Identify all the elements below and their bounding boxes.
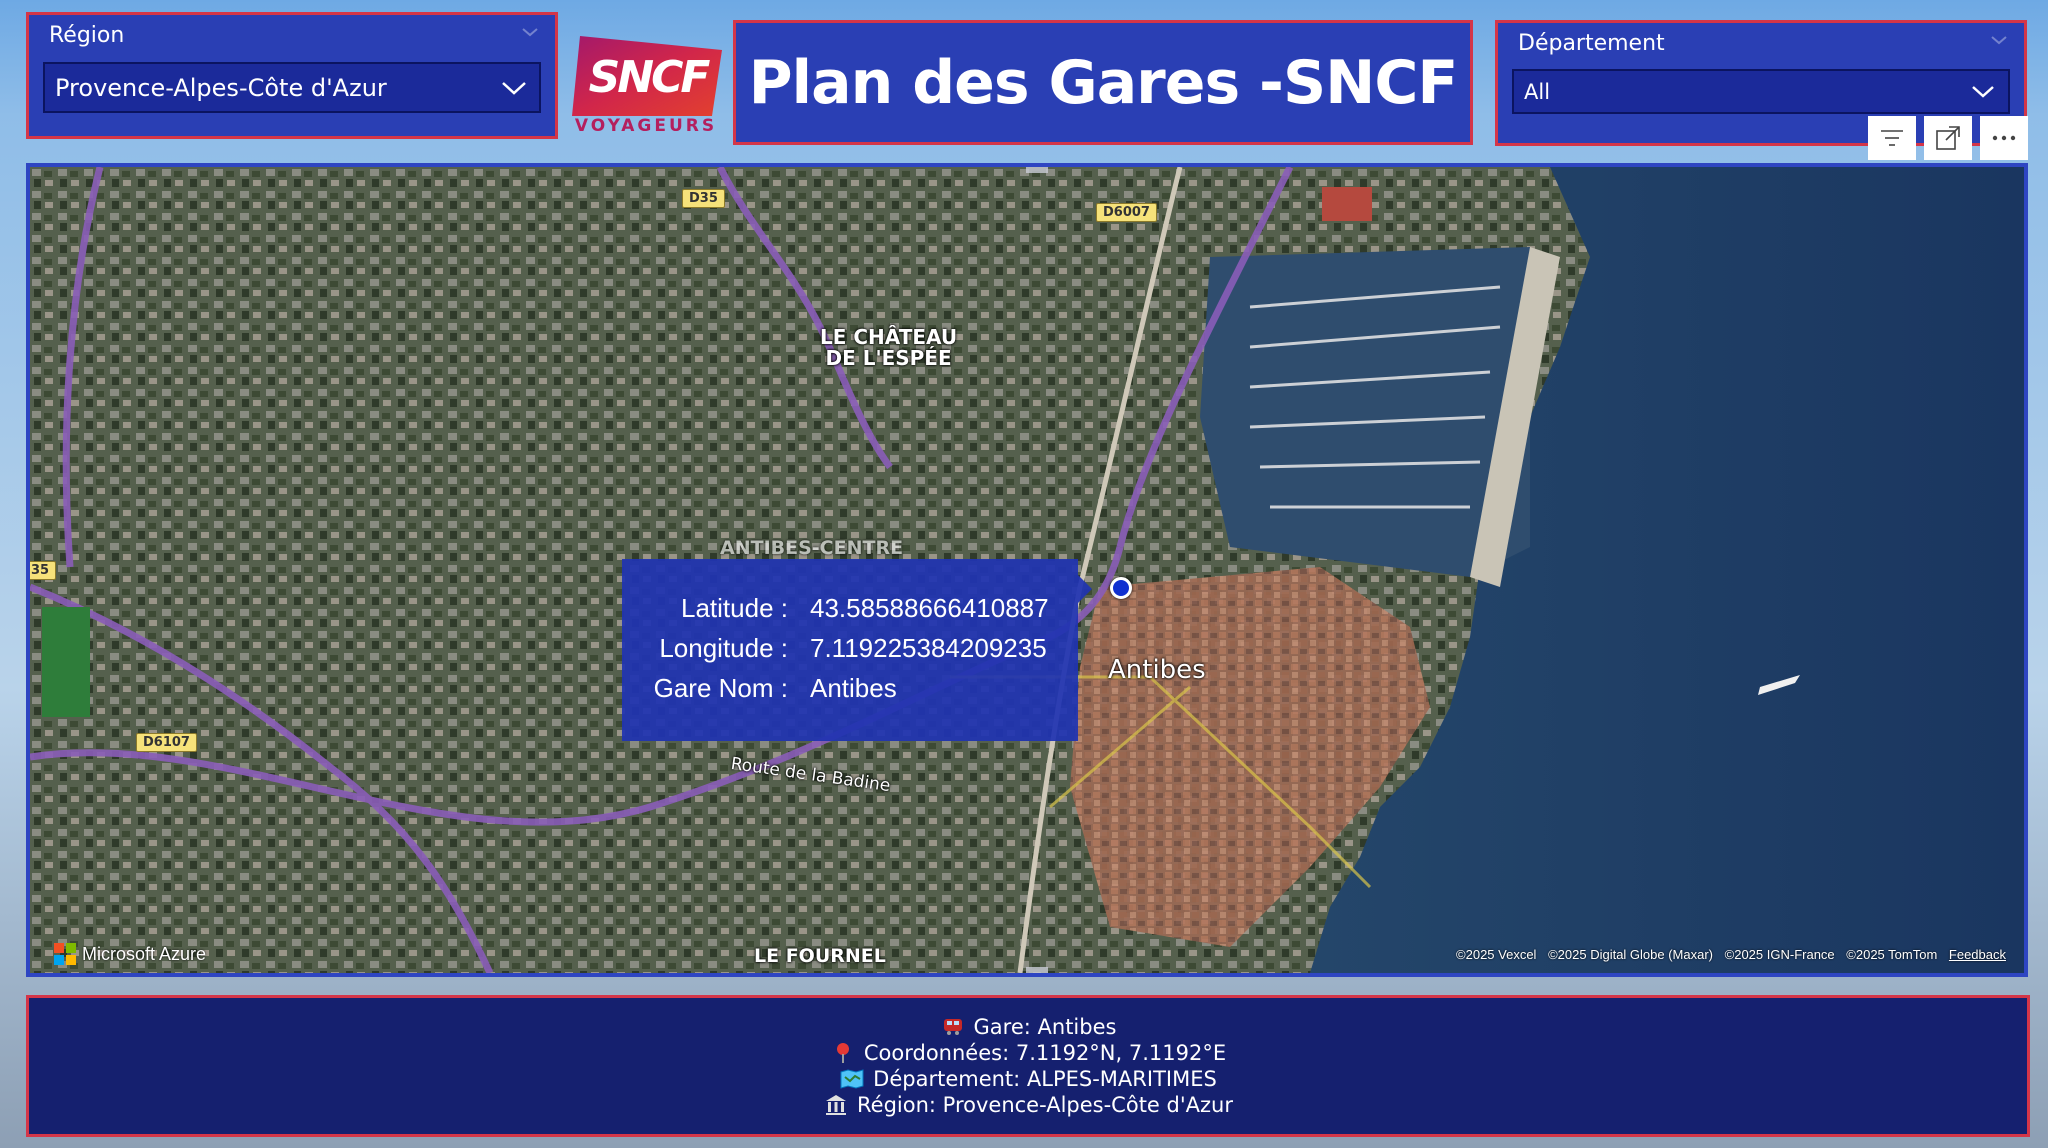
microsoft-logo-icon bbox=[54, 943, 76, 965]
info-region-text: Région: Provence-Alpes-Côte d'Azur bbox=[857, 1093, 1233, 1117]
focus-mode-icon bbox=[1936, 126, 1960, 150]
location-pin-icon bbox=[830, 1042, 856, 1064]
road-shield-d35: D35 bbox=[682, 189, 725, 208]
more-options-button[interactable] bbox=[1980, 116, 2028, 160]
station-pin[interactable] bbox=[1110, 577, 1132, 599]
tooltip-key: Latitude : bbox=[681, 593, 788, 623]
sncf-logo-subtitle: VOYAGEURS bbox=[574, 116, 718, 136]
sncf-voyageurs-logo: SNCF VOYAGEURS bbox=[568, 22, 724, 142]
map-label-fournel: LE FOURNEL bbox=[754, 945, 886, 967]
region-slicer: Région Provence-Alpes-Côte d'Azur bbox=[26, 12, 558, 139]
tooltip-value: 43.58588666410887 bbox=[810, 593, 1049, 623]
map-visual[interactable]: LE CHÂTEAU DE L'ESPÉE ANTIBES-CENTRE Ant… bbox=[26, 163, 2028, 977]
resize-handle-top[interactable] bbox=[1026, 167, 1048, 173]
info-coordonnees-text: Coordonnées: 7.1192°N, 7.1192°E bbox=[863, 1041, 1227, 1065]
tooltip-arrow bbox=[1078, 575, 1092, 603]
region-dropdown[interactable]: Provence-Alpes-Côte d'Azur bbox=[43, 62, 541, 113]
tooltip-key: Gare Nom : bbox=[653, 673, 788, 703]
tooltip-key: Longitude : bbox=[659, 633, 788, 663]
info-line-departement: Département: ALPES-MARITIMES bbox=[839, 1066, 1217, 1092]
region-slicer-title: Région bbox=[49, 23, 125, 48]
info-line-gare: Gare: Antibes bbox=[940, 1014, 1117, 1040]
attribution-item: ©2025 IGN-France bbox=[1724, 947, 1835, 962]
info-line-region: Région: Provence-Alpes-Côte d'Azur bbox=[823, 1092, 1233, 1118]
map-label-chateau: LE CHÂTEAU DE L'ESPÉE bbox=[820, 325, 958, 370]
more-options-icon bbox=[1992, 135, 2016, 141]
tooltip-row-longitude: Longitude : 7.119225384209235 bbox=[622, 633, 1078, 673]
map-label-antibes: Antibes bbox=[1108, 655, 1206, 685]
info-line-coordonnees: Coordonnées: 7.1192°N, 7.1192°E bbox=[830, 1040, 1226, 1066]
tooltip-value: Antibes bbox=[810, 673, 897, 703]
tooltip-row-gare-nom: Gare Nom : Antibes bbox=[622, 673, 1078, 713]
map-tooltip: Latitude : 43.58588666410887 Longitude :… bbox=[622, 559, 1092, 741]
tooltip-row-latitude: Latitude : 43.58588666410887 bbox=[622, 593, 1078, 633]
collapse-chevron-icon[interactable] bbox=[521, 25, 539, 39]
road-shield-d6007: D6007 bbox=[1096, 203, 1157, 222]
region-dropdown-value: Provence-Alpes-Côte d'Azur bbox=[55, 73, 387, 102]
station-info-card: Gare: Antibes Coordonnées: 7.1192°N, 7.1… bbox=[26, 995, 2030, 1137]
attribution-item: ©2025 Digital Globe (Maxar) bbox=[1548, 947, 1714, 962]
tooltip-value: 7.119225384209235 bbox=[810, 633, 1047, 663]
departement-dropdown[interactable]: All bbox=[1512, 69, 2010, 114]
info-gare-text: Gare: Antibes bbox=[973, 1015, 1117, 1039]
road-shield-d6107: D6107 bbox=[136, 733, 197, 752]
road-shield-35: 35 bbox=[30, 561, 57, 580]
departement-dropdown-value: All bbox=[1524, 79, 1551, 104]
microsoft-azure-logo: Microsoft Azure bbox=[54, 943, 206, 965]
info-departement-text: Département: ALPES-MARITIMES bbox=[873, 1067, 1217, 1091]
chevron-down-icon bbox=[1958, 71, 2008, 112]
building-icon bbox=[823, 1094, 849, 1116]
collapse-chevron-icon[interactable] bbox=[1990, 33, 2008, 47]
resize-handle-bottom[interactable] bbox=[1026, 967, 1048, 973]
chevron-down-icon bbox=[489, 64, 539, 111]
feedback-link[interactable]: Feedback bbox=[1949, 947, 2006, 962]
focus-mode-button[interactable] bbox=[1924, 116, 1972, 160]
title-panel: Plan des Gares -SNCF bbox=[733, 20, 1473, 145]
filter-button[interactable] bbox=[1868, 116, 1916, 160]
azure-provider-text: Microsoft Azure bbox=[82, 943, 207, 964]
page-title: Plan des Gares -SNCF bbox=[748, 47, 1459, 118]
attribution-item: ©2025 Vexcel bbox=[1456, 947, 1537, 962]
filter-icon bbox=[1881, 130, 1903, 146]
map-attribution: ©2025 Vexcel ©2025 Digital Globe (Maxar)… bbox=[1448, 947, 2006, 962]
departement-slicer-title: Département bbox=[1518, 31, 1665, 56]
map-label-antibes-centre: ANTIBES-CENTRE bbox=[720, 537, 904, 559]
map-icon bbox=[839, 1068, 865, 1090]
sncf-logo-text: SNCF bbox=[588, 52, 711, 103]
train-icon bbox=[940, 1016, 966, 1038]
attribution-item: ©2025 TomTom bbox=[1846, 947, 1938, 962]
